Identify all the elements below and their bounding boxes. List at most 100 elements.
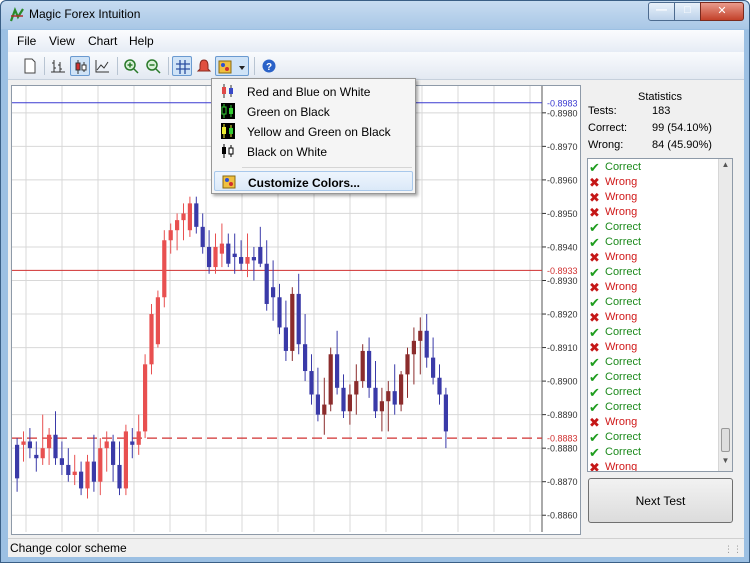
candle-body	[411, 340, 416, 355]
candle-body	[79, 471, 84, 489]
result-label: Correct	[605, 371, 642, 383]
status-text: Change color scheme	[10, 541, 127, 555]
toolbar-separator	[117, 57, 118, 75]
menu-item-red-blue-on-white[interactable]: Red and Blue on White	[214, 81, 413, 101]
candle-body	[367, 350, 372, 388]
alert-icon	[196, 59, 212, 72]
check-icon: ✔	[589, 385, 600, 400]
wrong-label: Wrong:	[588, 139, 624, 151]
result-item: ✖ Wrong	[588, 175, 718, 190]
price-level-label: -0.8933	[547, 266, 578, 276]
alert-button[interactable]	[194, 56, 214, 76]
y-tick-label: -0.8930	[547, 276, 578, 286]
candle-body	[72, 471, 77, 475]
close-button[interactable]: ✕	[700, 2, 744, 21]
y-tick-label: -0.8940	[547, 242, 578, 252]
candle-body	[277, 297, 282, 328]
candle-body	[328, 354, 333, 405]
results-items: ✔ Correct ✖ Wrong ✖ Wrong ✖ Wrong ✔ Correct ✔ Corre…	[588, 160, 718, 472]
zoom-out-button[interactable]	[143, 56, 163, 76]
result-item: ✖ Wrong	[588, 460, 718, 472]
statistics-title: Statistics	[637, 91, 682, 103]
menu-help[interactable]: Help	[129, 34, 154, 48]
result-label: Correct	[605, 266, 642, 278]
results-scrollbar[interactable]: ▲ ▼	[718, 159, 732, 471]
candle-body	[303, 344, 308, 372]
zoom-in-button[interactable]	[121, 56, 141, 76]
new-document-icon	[24, 58, 36, 74]
candle-body	[283, 327, 288, 351]
resize-grip-icon[interactable]: ⋮⋮	[724, 544, 742, 555]
result-label: Wrong	[605, 191, 638, 203]
candle-body	[207, 246, 212, 268]
next-test-button[interactable]: Next Test	[588, 478, 733, 523]
grid-button[interactable]	[172, 56, 192, 76]
candle-body	[245, 257, 250, 264]
candle-body	[258, 246, 263, 264]
maximize-button[interactable]: □	[674, 2, 701, 21]
menu-item-yellow-green-on-black[interactable]: Yellow and Green on Black	[214, 121, 413, 141]
price-level-label: -0.8983	[547, 98, 578, 108]
result-item: ✔ Correct	[588, 385, 718, 400]
results-list[interactable]: ✔ Correct ✖ Wrong ✖ Wrong ✖ Wrong ✔ Correct ✔ Corre…	[587, 158, 733, 472]
candle-body	[123, 431, 128, 489]
result-label: Wrong	[605, 461, 638, 472]
candle-body	[91, 461, 96, 482]
color-scheme-button[interactable]	[215, 56, 249, 76]
check-icon: ✔	[589, 160, 600, 175]
correct-value: 99 (54.10%)	[652, 122, 712, 134]
y-tick-label: -0.8870	[547, 477, 578, 487]
new-document-button[interactable]	[20, 56, 40, 76]
result-label: Correct	[605, 356, 642, 368]
candle-body	[424, 330, 429, 358]
menu-item-green-on-black[interactable]: Green on Black	[214, 101, 413, 121]
candle-body	[187, 203, 192, 231]
menu-item-label: Customize Colors...	[248, 176, 361, 190]
cross-icon: ✖	[589, 415, 600, 430]
result-item: ✖ Wrong	[588, 415, 718, 430]
scroll-down-icon[interactable]: ▼	[719, 456, 732, 470]
menu-item-black-on-white[interactable]: Black on White	[214, 141, 413, 161]
scroll-thumb[interactable]	[721, 428, 730, 452]
menu-chart[interactable]: Chart	[88, 34, 117, 48]
result-label: Wrong	[605, 311, 638, 323]
menu-bar: File View Chart Help	[8, 30, 744, 52]
menu-view[interactable]: View	[49, 34, 75, 48]
y-tick-label: -0.8970	[547, 142, 578, 152]
grid-icon	[176, 60, 190, 74]
result-item: ✔ Correct	[588, 370, 718, 385]
candle-body	[315, 394, 320, 415]
candle-body	[47, 434, 52, 449]
menu-file[interactable]: File	[17, 34, 36, 48]
result-item: ✔ Correct	[588, 430, 718, 445]
cross-icon: ✖	[589, 190, 600, 205]
candle-body	[21, 441, 26, 445]
minimize-button[interactable]: —	[648, 2, 675, 21]
check-icon: ✔	[589, 235, 600, 250]
bar-chart-button[interactable]	[48, 56, 68, 76]
result-item: ✖ Wrong	[588, 340, 718, 355]
scroll-up-icon[interactable]: ▲	[719, 160, 732, 174]
candle-body	[34, 454, 39, 459]
candle-body	[335, 354, 340, 388]
candle-body	[386, 391, 391, 402]
title-bar[interactable]: Magic Forex Intuition — □ ✕	[1, 1, 749, 29]
result-item: ✖ Wrong	[588, 250, 718, 265]
y-tick-label: -0.8920	[547, 310, 578, 320]
line-chart-button[interactable]	[92, 56, 112, 76]
help-button[interactable]: ?	[259, 56, 279, 76]
candlestick-button[interactable]	[70, 56, 90, 76]
candle-body	[66, 464, 71, 475]
candle-body	[271, 287, 276, 298]
y-tick-label: -0.8950	[547, 209, 578, 219]
menu-item-label: Black on White	[247, 145, 328, 159]
y-tick-label: -0.8900	[547, 377, 578, 387]
menu-item-customize-colors[interactable]: Customize Colors...	[214, 171, 413, 191]
zoom-in-icon	[124, 59, 139, 74]
y-tick-label: -0.8880	[547, 444, 578, 454]
cross-icon: ✖	[589, 175, 600, 190]
svg-text:?: ?	[266, 62, 272, 73]
result-label: Correct	[605, 386, 642, 398]
cross-icon: ✖	[589, 340, 600, 355]
cross-icon: ✖	[589, 205, 600, 220]
